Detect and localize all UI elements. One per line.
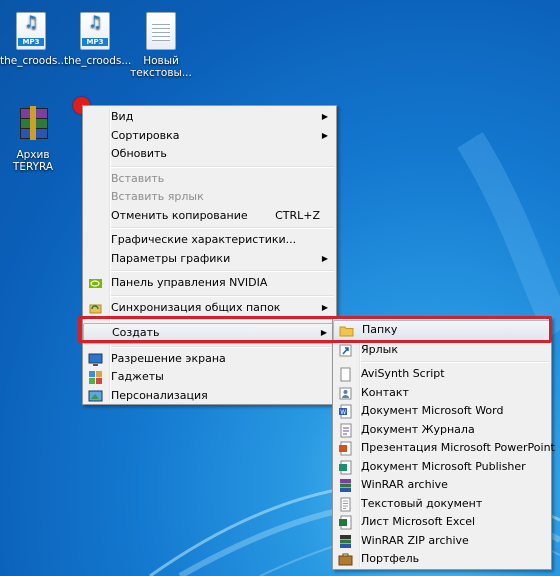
submenu-item-shortcut[interactable]: Ярлык xyxy=(333,341,551,360)
menu-separator xyxy=(111,345,334,348)
submenu-item-winrar-zip[interactable]: WinRAR ZIP archive xyxy=(333,532,551,551)
journal-icon xyxy=(340,423,352,437)
menu-separator xyxy=(361,361,549,363)
desktop-context-menu: Вид ▶ Сортировка ▶ Обновить Вставить Встав… xyxy=(82,105,337,405)
excel-icon xyxy=(339,515,352,530)
submenu-arrow-icon: ▶ xyxy=(321,130,328,140)
winrar-icon xyxy=(340,479,351,492)
briefcase-icon xyxy=(338,553,353,566)
desktop-icon-archive[interactable]: Архив TERYRA xyxy=(2,106,64,173)
desktop-icon-label: the_croods... xyxy=(64,55,132,67)
sync-folders-icon xyxy=(89,304,102,313)
create-submenu: Папку Ярлык AviSynth Script Контакт W До… xyxy=(332,317,555,570)
submenu-item-text-document[interactable]: Текстовый документ xyxy=(333,495,551,514)
gadgets-icon xyxy=(89,371,102,384)
winrar-archive-icon xyxy=(16,106,50,140)
menu-item-graphics-options[interactable]: Параметры графики ▶ xyxy=(83,250,336,269)
text-document-icon xyxy=(340,497,351,511)
powerpoint-icon xyxy=(339,441,352,456)
menu-item-paste-shortcut[interactable]: Вставить ярлык xyxy=(83,188,336,207)
submenu-item-excel[interactable]: Лист Microsoft Excel xyxy=(333,513,551,532)
menu-item-sort[interactable]: Сортировка ▶ xyxy=(83,127,336,146)
submenu-item-powerpoint[interactable]: Презентация Microsoft PowerPoint xyxy=(333,439,555,458)
submenu-item-contact[interactable]: Контакт xyxy=(333,384,551,403)
submenu-item-word[interactable]: W Документ Microsoft Word xyxy=(333,402,551,421)
submenu-item-winrar[interactable]: WinRAR archive xyxy=(333,476,551,495)
menu-item-paste[interactable]: Вставить xyxy=(83,170,336,189)
desktop-icon-label: Новый текстовы... xyxy=(130,55,192,79)
desktop-icon-mp3-2[interactable]: ♫ MP3 the_croods... xyxy=(64,12,131,67)
menu-item-graphics-properties[interactable]: Графические характеристики... xyxy=(83,231,336,250)
contact-icon xyxy=(339,387,352,399)
submenu-item-avisynth[interactable]: AviSynth Script xyxy=(333,365,551,384)
word-icon: W xyxy=(339,404,352,419)
menu-item-view[interactable]: Вид ▶ xyxy=(83,108,336,127)
screen-resolution-icon xyxy=(88,353,103,366)
submenu-item-journal[interactable]: Документ Журнала xyxy=(333,421,551,440)
svg-text:W: W xyxy=(340,409,346,416)
menu-item-personalization[interactable]: Персонализация xyxy=(83,387,336,406)
menu-separator xyxy=(111,294,334,297)
shortcut-icon xyxy=(339,344,352,356)
menu-item-undo-copy[interactable]: Отменить копирование CTRL+Z xyxy=(83,207,336,226)
menu-item-screen-resolution[interactable]: Разрешение экрана xyxy=(83,350,336,369)
submenu-arrow-icon: ▶ xyxy=(321,112,328,121)
publisher-icon xyxy=(339,460,352,474)
menu-item-nvidia-panel[interactable]: Панель управления NVIDIA xyxy=(83,274,336,293)
menu-item-refresh[interactable]: Обновить xyxy=(83,145,336,164)
menu-separator xyxy=(111,270,334,272)
desktop-icon-label: Архив TERYRA xyxy=(12,149,54,173)
submenu-arrow-icon: ▶ xyxy=(321,253,328,263)
document-icon xyxy=(340,367,351,382)
menu-separator xyxy=(111,165,334,168)
menu-item-sync-folders[interactable]: Синхронизация общих папок ▶ xyxy=(83,299,336,318)
submenu-item-publisher[interactable]: Документ Microsoft Publisher xyxy=(333,458,551,477)
menu-item-gadgets[interactable]: Гаджеты xyxy=(83,368,336,387)
desktop-icon-new-text[interactable]: Новый текстовы... xyxy=(130,12,192,79)
text-file-icon xyxy=(146,12,176,50)
highlight-frame xyxy=(78,316,552,343)
desktop-icon-label: the_croods... xyxy=(0,55,68,67)
mp3-file-icon: ♫ MP3 xyxy=(80,12,110,50)
shortcut-text: CTRL+Z xyxy=(275,208,320,222)
winrar-zip-icon xyxy=(340,534,351,548)
menu-separator xyxy=(111,227,334,229)
submenu-arrow-icon: ▶ xyxy=(321,302,328,312)
mp3-file-icon: ♫ MP3 xyxy=(16,12,46,50)
submenu-item-briefcase[interactable]: Портфель xyxy=(333,550,551,569)
desktop-icon-mp3-1[interactable]: ♫ MP3 the_croods... xyxy=(0,12,67,67)
personalization-icon xyxy=(88,390,103,401)
nvidia-icon xyxy=(89,279,102,288)
